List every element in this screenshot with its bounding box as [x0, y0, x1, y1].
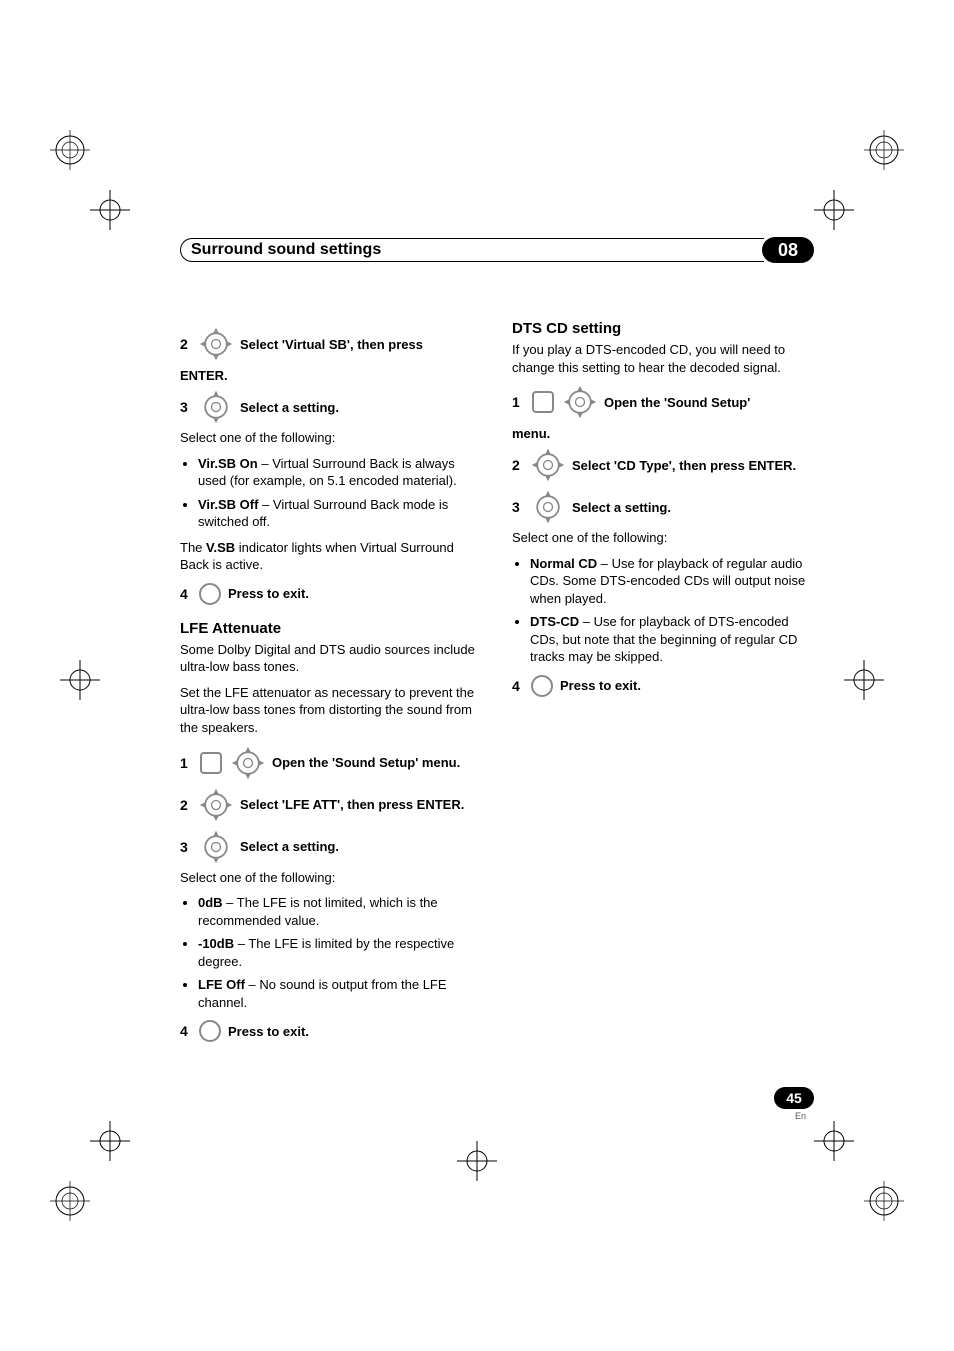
language-label: En — [754, 1111, 806, 1121]
step-virtualsb-3: 3 Select a setting. — [180, 389, 482, 425]
step-text: Select 'LFE ATT', then press ENTER. — [240, 797, 464, 812]
crosshair-icon — [814, 190, 854, 230]
step-number: 2 — [180, 336, 192, 352]
step-text-tail: ENTER. — [180, 368, 482, 383]
option-list: Vir.SB On – Virtual Surround Back is alw… — [198, 455, 482, 531]
list-item: 0dB – The LFE is not limited, which is t… — [198, 894, 482, 929]
body-text: If you play a DTS-encoded CD, you will n… — [512, 341, 814, 376]
list-item: -10dB – The LFE is limited by the respec… — [198, 935, 482, 970]
crosshair-icon — [90, 190, 130, 230]
list-item: DTS-CD – Use for playback of DTS-encoded… — [530, 613, 814, 666]
body-text: Some Dolby Digital and DTS audio sources… — [180, 641, 482, 676]
body-text: Set the LFE attenuator as necessary to p… — [180, 684, 482, 737]
dpad-updown-icon — [198, 389, 234, 425]
option-list: 0dB – The LFE is not limited, which is t… — [198, 894, 482, 1011]
remote-button-icon — [198, 1019, 222, 1043]
step-number: 3 — [512, 499, 524, 515]
list-item: Normal CD – Use for playback of regular … — [530, 555, 814, 608]
page-footer: 45 En — [754, 1087, 814, 1121]
page-header: Surround sound settings 08 — [180, 236, 814, 264]
heading-dts-cd: DTS CD setting — [512, 320, 814, 337]
step-text: Select 'Virtual SB', then press — [240, 337, 423, 352]
step-text: Select 'CD Type', then press ENTER. — [572, 458, 796, 473]
dpad-enter-icon — [230, 745, 266, 781]
step-virtualsb-2: 2 Select 'Virtual SB', then press ENTER. — [180, 326, 482, 383]
step-lfe-3: 3 Select a setting. — [180, 829, 482, 865]
step-text: Press to exit. — [228, 586, 309, 601]
crosshair-icon — [844, 660, 884, 700]
dpad-enter-icon — [198, 787, 234, 823]
registration-mark-icon — [864, 130, 904, 170]
step-number: 1 — [512, 394, 524, 410]
remote-button-icon — [198, 582, 222, 606]
section-title: Surround sound settings — [191, 241, 381, 259]
heading-lfe-attenuate: LFE Attenuate — [180, 620, 482, 637]
right-column: DTS CD setting If you play a DTS-encoded… — [512, 320, 814, 1091]
registration-mark-icon — [50, 1181, 90, 1221]
shift-button-icon — [530, 389, 556, 415]
indicator-note: The V.SB indicator lights when Virtual S… — [180, 539, 482, 574]
step-text-tail: menu. — [512, 426, 814, 441]
list-item: Vir.SB On – Virtual Surround Back is alw… — [198, 455, 482, 490]
dpad-updown-icon — [530, 489, 566, 525]
page-number-badge: 45 — [774, 1087, 814, 1109]
dpad-enter-icon — [562, 384, 598, 420]
list-item: LFE Off – No sound is output from the LF… — [198, 976, 482, 1011]
step-dts-4: 4 Press to exit. — [512, 674, 814, 698]
registration-mark-icon — [864, 1181, 904, 1221]
select-one-prompt: Select one of the following: — [180, 869, 482, 887]
step-dts-3: 3 Select a setting. — [512, 489, 814, 525]
step-virtualsb-4: 4 Press to exit. — [180, 582, 482, 606]
step-number: 4 — [512, 678, 524, 694]
step-number: 2 — [512, 457, 524, 473]
step-dts-2: 2 Select 'CD Type', then press ENTER. — [512, 447, 814, 483]
select-one-prompt: Select one of the following: — [512, 529, 814, 547]
dpad-enter-icon — [530, 447, 566, 483]
step-number: 4 — [180, 586, 192, 602]
step-number: 2 — [180, 797, 192, 813]
left-column: 2 Select 'Virtual SB', then press ENTER.… — [180, 320, 482, 1091]
step-text: Select a setting. — [240, 400, 339, 415]
step-lfe-1: 1 Open the 'Sound Setup' menu. — [180, 745, 482, 781]
step-text: Open the 'Sound Setup' menu. — [272, 755, 460, 770]
option-list: Normal CD – Use for playback of regular … — [530, 555, 814, 666]
crosshair-icon — [814, 1121, 854, 1161]
crosshair-icon — [60, 660, 100, 700]
chapter-number-badge: 08 — [762, 237, 814, 263]
step-text: Press to exit. — [228, 1024, 309, 1039]
remote-button-icon — [530, 674, 554, 698]
step-lfe-4: 4 Press to exit. — [180, 1019, 482, 1043]
crosshair-icon — [457, 1141, 497, 1181]
list-item: Vir.SB Off – Virtual Surround Back mode … — [198, 496, 482, 531]
step-text: Select a setting. — [240, 839, 339, 854]
shift-button-icon — [198, 750, 224, 776]
step-lfe-2: 2 Select 'LFE ATT', then press ENTER. — [180, 787, 482, 823]
step-text: Select a setting. — [572, 500, 671, 515]
dpad-updown-icon — [198, 829, 234, 865]
dpad-enter-icon — [198, 326, 234, 362]
step-text: Open the 'Sound Setup' — [604, 395, 750, 410]
crosshair-icon — [90, 1121, 130, 1161]
step-dts-1: 1 Open the 'Sound Setup' menu. — [512, 384, 814, 441]
step-text: Press to exit. — [560, 678, 641, 693]
registration-mark-icon — [50, 130, 90, 170]
step-number: 1 — [180, 755, 192, 771]
step-number: 4 — [180, 1023, 192, 1039]
step-number: 3 — [180, 399, 192, 415]
step-number: 3 — [180, 839, 192, 855]
select-one-prompt: Select one of the following: — [180, 429, 482, 447]
